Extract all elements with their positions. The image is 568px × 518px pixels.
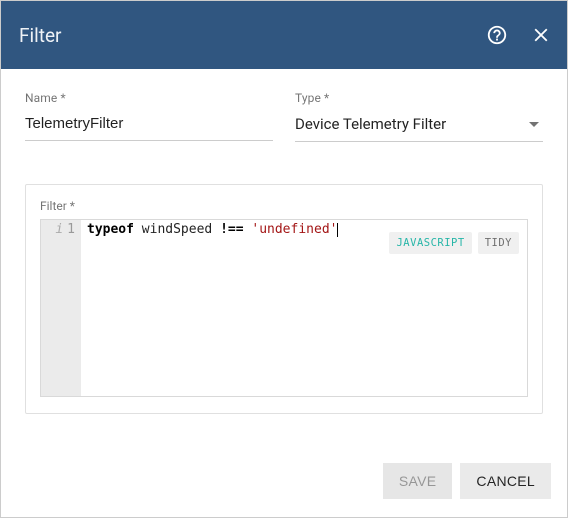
type-field-container: Type * Device Telemetry Filter [295, 91, 543, 142]
filter-dialog: Filter Name * Type * Device Telemetry Fi… [0, 0, 568, 518]
line-number: 1 [67, 222, 75, 237]
code-keyword: typeof [87, 222, 134, 237]
form-row: Name * Type * Device Telemetry Filter [25, 91, 543, 142]
name-label: Name * [25, 91, 273, 105]
text-cursor [337, 223, 338, 237]
filter-label: Filter * [40, 199, 528, 213]
code-op: !== [220, 222, 243, 237]
header-actions [485, 23, 553, 47]
gutter: i1 [41, 220, 81, 396]
dialog-header: Filter [1, 1, 567, 69]
type-select[interactable]: Device Telemetry Filter [295, 109, 543, 142]
save-button[interactable]: SAVE [383, 463, 453, 499]
cancel-button[interactable]: CANCEL [460, 463, 551, 499]
dialog-title: Filter [19, 24, 485, 47]
dialog-footer: SAVE CANCEL [1, 449, 567, 517]
code-string: 'undefined' [251, 222, 337, 237]
close-icon[interactable] [529, 23, 553, 47]
type-value: Device Telemetry Filter [295, 115, 529, 133]
help-icon[interactable] [485, 23, 509, 47]
editor-badges: JAVASCRIPT TIDY [389, 232, 519, 254]
code-editor[interactable]: i1 typeof windSpeed !== 'undefined' JAVA… [40, 219, 528, 397]
chevron-down-icon [529, 122, 539, 127]
code-content[interactable]: typeof windSpeed !== 'undefined' JAVASCR… [81, 220, 527, 396]
name-field-container: Name * [25, 91, 273, 142]
javascript-badge[interactable]: JAVASCRIPT [389, 232, 471, 254]
filter-card: Filter * i1 typeof windSpeed !== 'undefi… [25, 184, 543, 414]
name-input[interactable] [25, 109, 273, 141]
info-icon: i [55, 222, 63, 237]
dialog-body: Name * Type * Device Telemetry Filter Fi… [1, 69, 567, 449]
type-label: Type * [295, 91, 543, 105]
code-mid: windSpeed [134, 222, 220, 237]
tidy-badge[interactable]: TIDY [478, 232, 519, 254]
